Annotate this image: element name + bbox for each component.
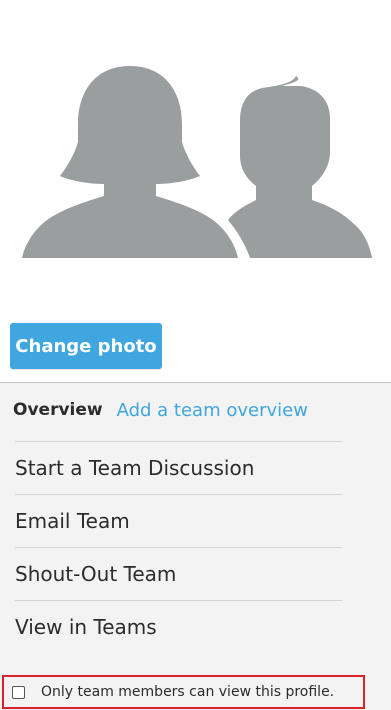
change-photo-button[interactable]: Change photo <box>10 323 162 369</box>
privacy-option[interactable]: Only team members can view this profile. <box>2 675 365 709</box>
team-placeholder-icon <box>22 66 372 258</box>
overview-label: Overview <box>13 400 103 420</box>
shout-out-team-item[interactable]: Shout-Out Team <box>15 547 342 600</box>
view-in-teams-item[interactable]: View in Teams <box>15 600 342 653</box>
email-team-item[interactable]: Email Team <box>15 494 342 547</box>
start-team-discussion-item[interactable]: Start a Team Discussion <box>15 441 342 494</box>
team-avatar <box>0 0 391 300</box>
team-profile-page: Change photo Overview Add a team overvie… <box>0 0 391 710</box>
privacy-checkbox[interactable] <box>12 685 25 699</box>
overview-row: Overview Add a team overview <box>13 397 308 423</box>
team-actions-panel: Overview Add a team overview Start a Tea… <box>0 382 391 710</box>
add-team-overview-link[interactable]: Add a team overview <box>117 400 308 421</box>
privacy-label: Only team members can view this profile. <box>41 684 335 700</box>
team-actions-menu: Start a Team Discussion Email Team Shout… <box>15 441 342 653</box>
